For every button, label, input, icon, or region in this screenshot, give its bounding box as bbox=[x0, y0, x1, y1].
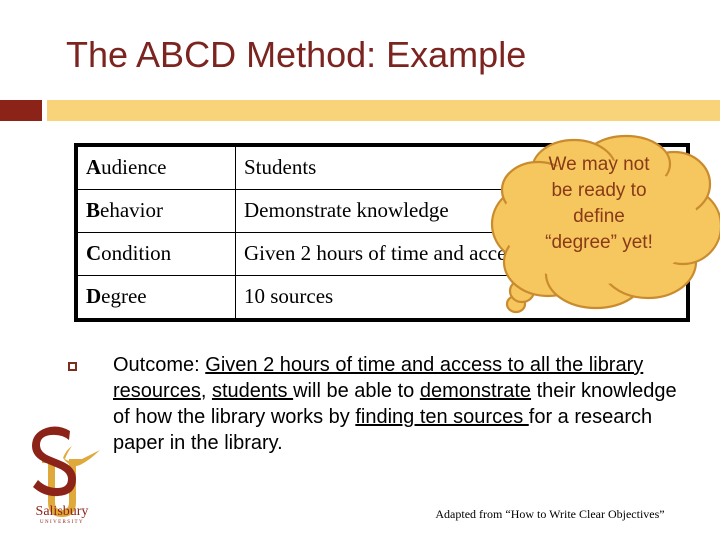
outcome-segment: demonstrate bbox=[419, 380, 532, 402]
abcd-initial: A bbox=[86, 155, 102, 180]
outcome-segment: will be able to bbox=[293, 380, 420, 402]
abcd-label-cell: Condition bbox=[77, 232, 236, 276]
abcd-initial: D bbox=[86, 284, 102, 309]
abcd-value-cell: 10 sources bbox=[235, 275, 687, 319]
abcd-label-rest: egree bbox=[101, 284, 147, 309]
thought-bubble-line: We may not bbox=[548, 154, 650, 175]
logo-subwordmark: UNIVERSITY bbox=[40, 520, 84, 525]
abcd-initial: C bbox=[86, 241, 102, 266]
header-accent-block bbox=[0, 100, 42, 121]
salisbury-university-logo: Salisbury UNIVERSITY bbox=[14, 418, 110, 528]
abcd-label-rest: ondition bbox=[101, 241, 172, 266]
header-accent-bar bbox=[47, 100, 720, 121]
abcd-label-cell: Behavior bbox=[77, 189, 236, 233]
outcome-text: Outcome: Given 2 hours of time and acces… bbox=[113, 352, 698, 456]
thought-bubble-text: We may not be ready to define “degree” yet! bbox=[508, 152, 690, 256]
abcd-label-rest: ehavior bbox=[100, 198, 163, 223]
outcome-segment: finding ten sources bbox=[355, 406, 529, 428]
outcome-segment: , bbox=[200, 380, 212, 402]
abcd-initial: B bbox=[86, 198, 101, 223]
thought-bubble-line: define bbox=[573, 206, 625, 227]
thought-bubble-line: “degree” yet! bbox=[545, 232, 653, 253]
source-note: Adapted from “How to Write Clear Objecti… bbox=[435, 507, 665, 521]
abcd-label-cell: Degree bbox=[77, 275, 236, 319]
bullet-square-icon bbox=[68, 362, 77, 371]
table-row: Degree 10 sources bbox=[77, 275, 687, 319]
page-title: The ABCD Method: Example bbox=[66, 34, 527, 75]
outcome-bullet-row: Outcome: Given 2 hours of time and acces… bbox=[68, 352, 698, 456]
slide-canvas: The ABCD Method: Example Audience Student… bbox=[0, 0, 720, 540]
abcd-label-rest: udience bbox=[101, 155, 167, 180]
outcome-label: Outcome: bbox=[113, 354, 206, 376]
logo-wordmark: Salisbury bbox=[36, 504, 89, 519]
outcome-segment: students bbox=[211, 380, 294, 402]
thought-bubble-line: be ready to bbox=[551, 180, 647, 201]
abcd-label-cell: Audience bbox=[77, 146, 236, 190]
